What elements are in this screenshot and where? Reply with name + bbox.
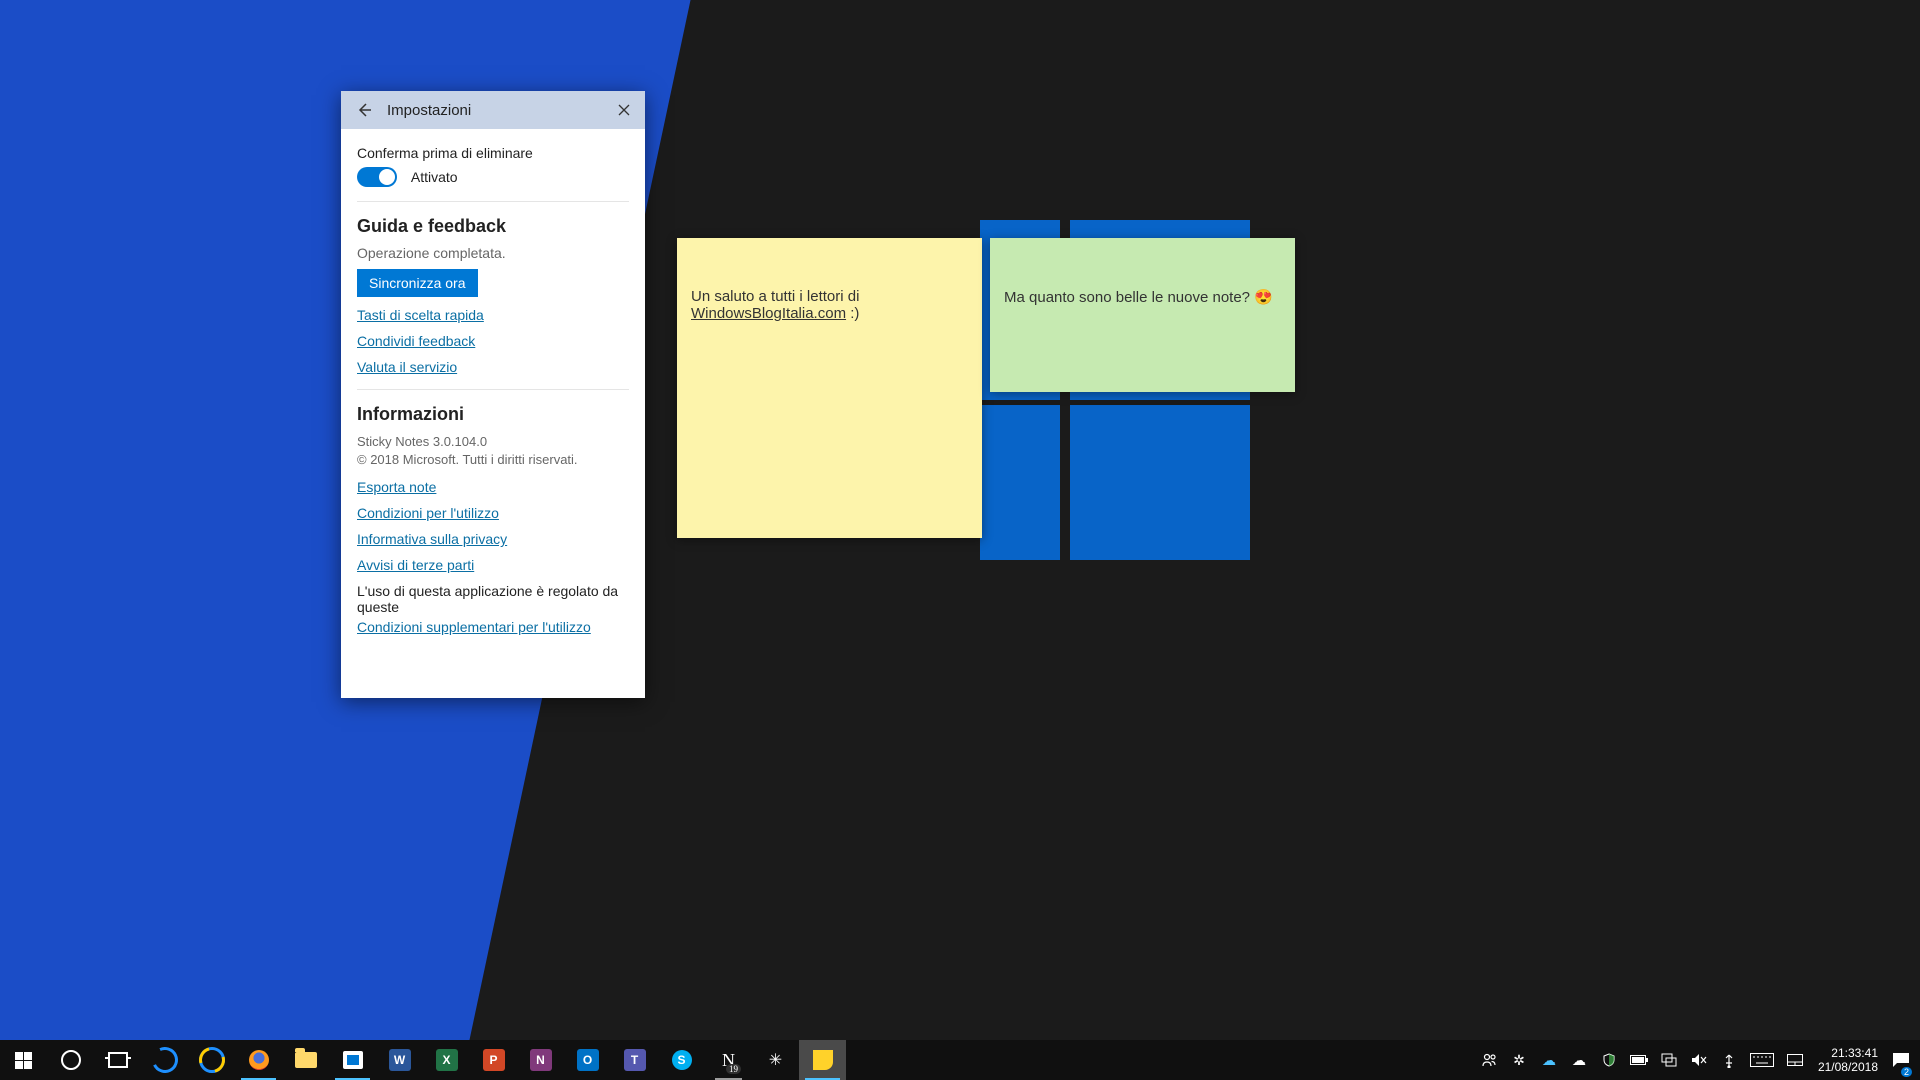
tray-touchpad-icon[interactable] (1780, 1040, 1810, 1080)
taskbar-app-store[interactable] (329, 1040, 376, 1080)
link-extra-terms[interactable]: Condizioni supplementari per l'utilizzo (357, 619, 591, 635)
settings-window: Impostazioni Conferma prima di eliminare… (341, 91, 645, 698)
taskbar-app-firefox[interactable] (235, 1040, 282, 1080)
usage-text: L'uso di questa applicazione è regolato … (357, 583, 629, 615)
taskbar-app-stickynotes[interactable] (799, 1040, 846, 1080)
link-shortcuts[interactable]: Tasti di scelta rapida (357, 307, 484, 323)
task-view-button[interactable] (94, 1040, 141, 1080)
divider (357, 201, 629, 202)
taskbar-app-settings[interactable]: ✳ (752, 1040, 799, 1080)
confirm-delete-label: Conferma prima di eliminare (357, 145, 629, 161)
tray-onedrive-icon[interactable]: ☁ (1564, 1040, 1594, 1080)
windows-logo-tile (1070, 405, 1250, 560)
taskbar-app-outlook[interactable]: O (564, 1040, 611, 1080)
tray-people-icon[interactable] (1474, 1040, 1504, 1080)
close-button[interactable] (609, 95, 639, 125)
tray-onedrive-icon[interactable]: ☁ (1534, 1040, 1564, 1080)
tray-screen-icon[interactable] (1654, 1040, 1684, 1080)
taskbar-app-word[interactable]: W (376, 1040, 423, 1080)
divider (357, 389, 629, 390)
taskbar: W X P N O T S N19 ✳ ✲ ☁ ☁ (0, 1040, 1920, 1080)
sync-now-button[interactable]: Sincronizza ora (357, 269, 478, 297)
sticky-note-yellow[interactable]: Un saluto a tutti i lettori di WindowsBl… (677, 238, 982, 538)
taskbar-app-ie[interactable] (188, 1040, 235, 1080)
taskbar-clock[interactable]: 21:33:41 21/08/2018 (1810, 1046, 1886, 1075)
note-text: :) (846, 305, 859, 322)
taskbar-app-onenote[interactable]: N (517, 1040, 564, 1080)
start-button[interactable] (0, 1040, 47, 1080)
link-terms[interactable]: Condizioni per l'utilizzo (357, 505, 499, 521)
taskbar-app-teams[interactable]: T (611, 1040, 658, 1080)
tray-defender-icon[interactable] (1594, 1040, 1624, 1080)
cortana-button[interactable] (47, 1040, 94, 1080)
link-thirdparty[interactable]: Avvisi di terze parti (357, 557, 474, 573)
tray-battery-icon[interactable] (1624, 1040, 1654, 1080)
note-text: Un saluto a tutti i lettori di (691, 288, 859, 305)
system-tray: ✲ ☁ ☁ 21:33:41 21/08/2018 2 (1474, 1040, 1920, 1080)
taskbar-app-edge[interactable] (141, 1040, 188, 1080)
link-feedback[interactable]: Condividi feedback (357, 333, 475, 349)
clock-time: 21:33:41 (1818, 1046, 1878, 1060)
confirm-delete-toggle[interactable] (357, 167, 397, 187)
titlebar[interactable]: Impostazioni (341, 91, 645, 129)
action-center-button[interactable]: 2 (1886, 1040, 1916, 1080)
tray-keyboard-icon[interactable] (1744, 1040, 1780, 1080)
taskbar-app-skype[interactable]: S (658, 1040, 705, 1080)
settings-body: Conferma prima di eliminare Attivato Gui… (341, 129, 645, 651)
help-heading: Guida e feedback (357, 216, 629, 237)
taskbar-app-excel[interactable]: X (423, 1040, 470, 1080)
tray-settings-icon[interactable]: ✲ (1504, 1040, 1534, 1080)
notification-badge: 2 (1901, 1067, 1912, 1077)
back-button[interactable] (349, 95, 379, 125)
sticky-note-green[interactable]: Ma quanto sono belle le nuove note? 😍 (990, 238, 1295, 392)
note-link[interactable]: WindowsBlogItalia.com (691, 305, 846, 322)
desktop-wallpaper (0, 0, 1920, 1080)
link-export-notes[interactable]: Esporta note (357, 479, 436, 495)
tray-usb-icon[interactable] (1714, 1040, 1744, 1080)
tray-volume-muted-icon[interactable] (1684, 1040, 1714, 1080)
link-privacy[interactable]: Informativa sulla privacy (357, 531, 507, 547)
windows-logo-tile (980, 405, 1060, 560)
link-rate[interactable]: Valuta il servizio (357, 359, 457, 375)
app-version: Sticky Notes 3.0.104.0 (357, 433, 629, 451)
toggle-state-label: Attivato (411, 169, 458, 185)
taskbar-app-n[interactable]: N19 (705, 1040, 752, 1080)
info-heading: Informazioni (357, 404, 629, 425)
copyright: © 2018 Microsoft. Tutti i diritti riserv… (357, 451, 629, 469)
note-text: Ma quanto sono belle le nuove note? 😍 (1004, 289, 1273, 306)
sync-status: Operazione completata. (357, 245, 629, 261)
taskbar-app-powerpoint[interactable]: P (470, 1040, 517, 1080)
taskbar-app-explorer[interactable] (282, 1040, 329, 1080)
clock-date: 21/08/2018 (1818, 1060, 1878, 1074)
window-title: Impostazioni (379, 102, 609, 119)
